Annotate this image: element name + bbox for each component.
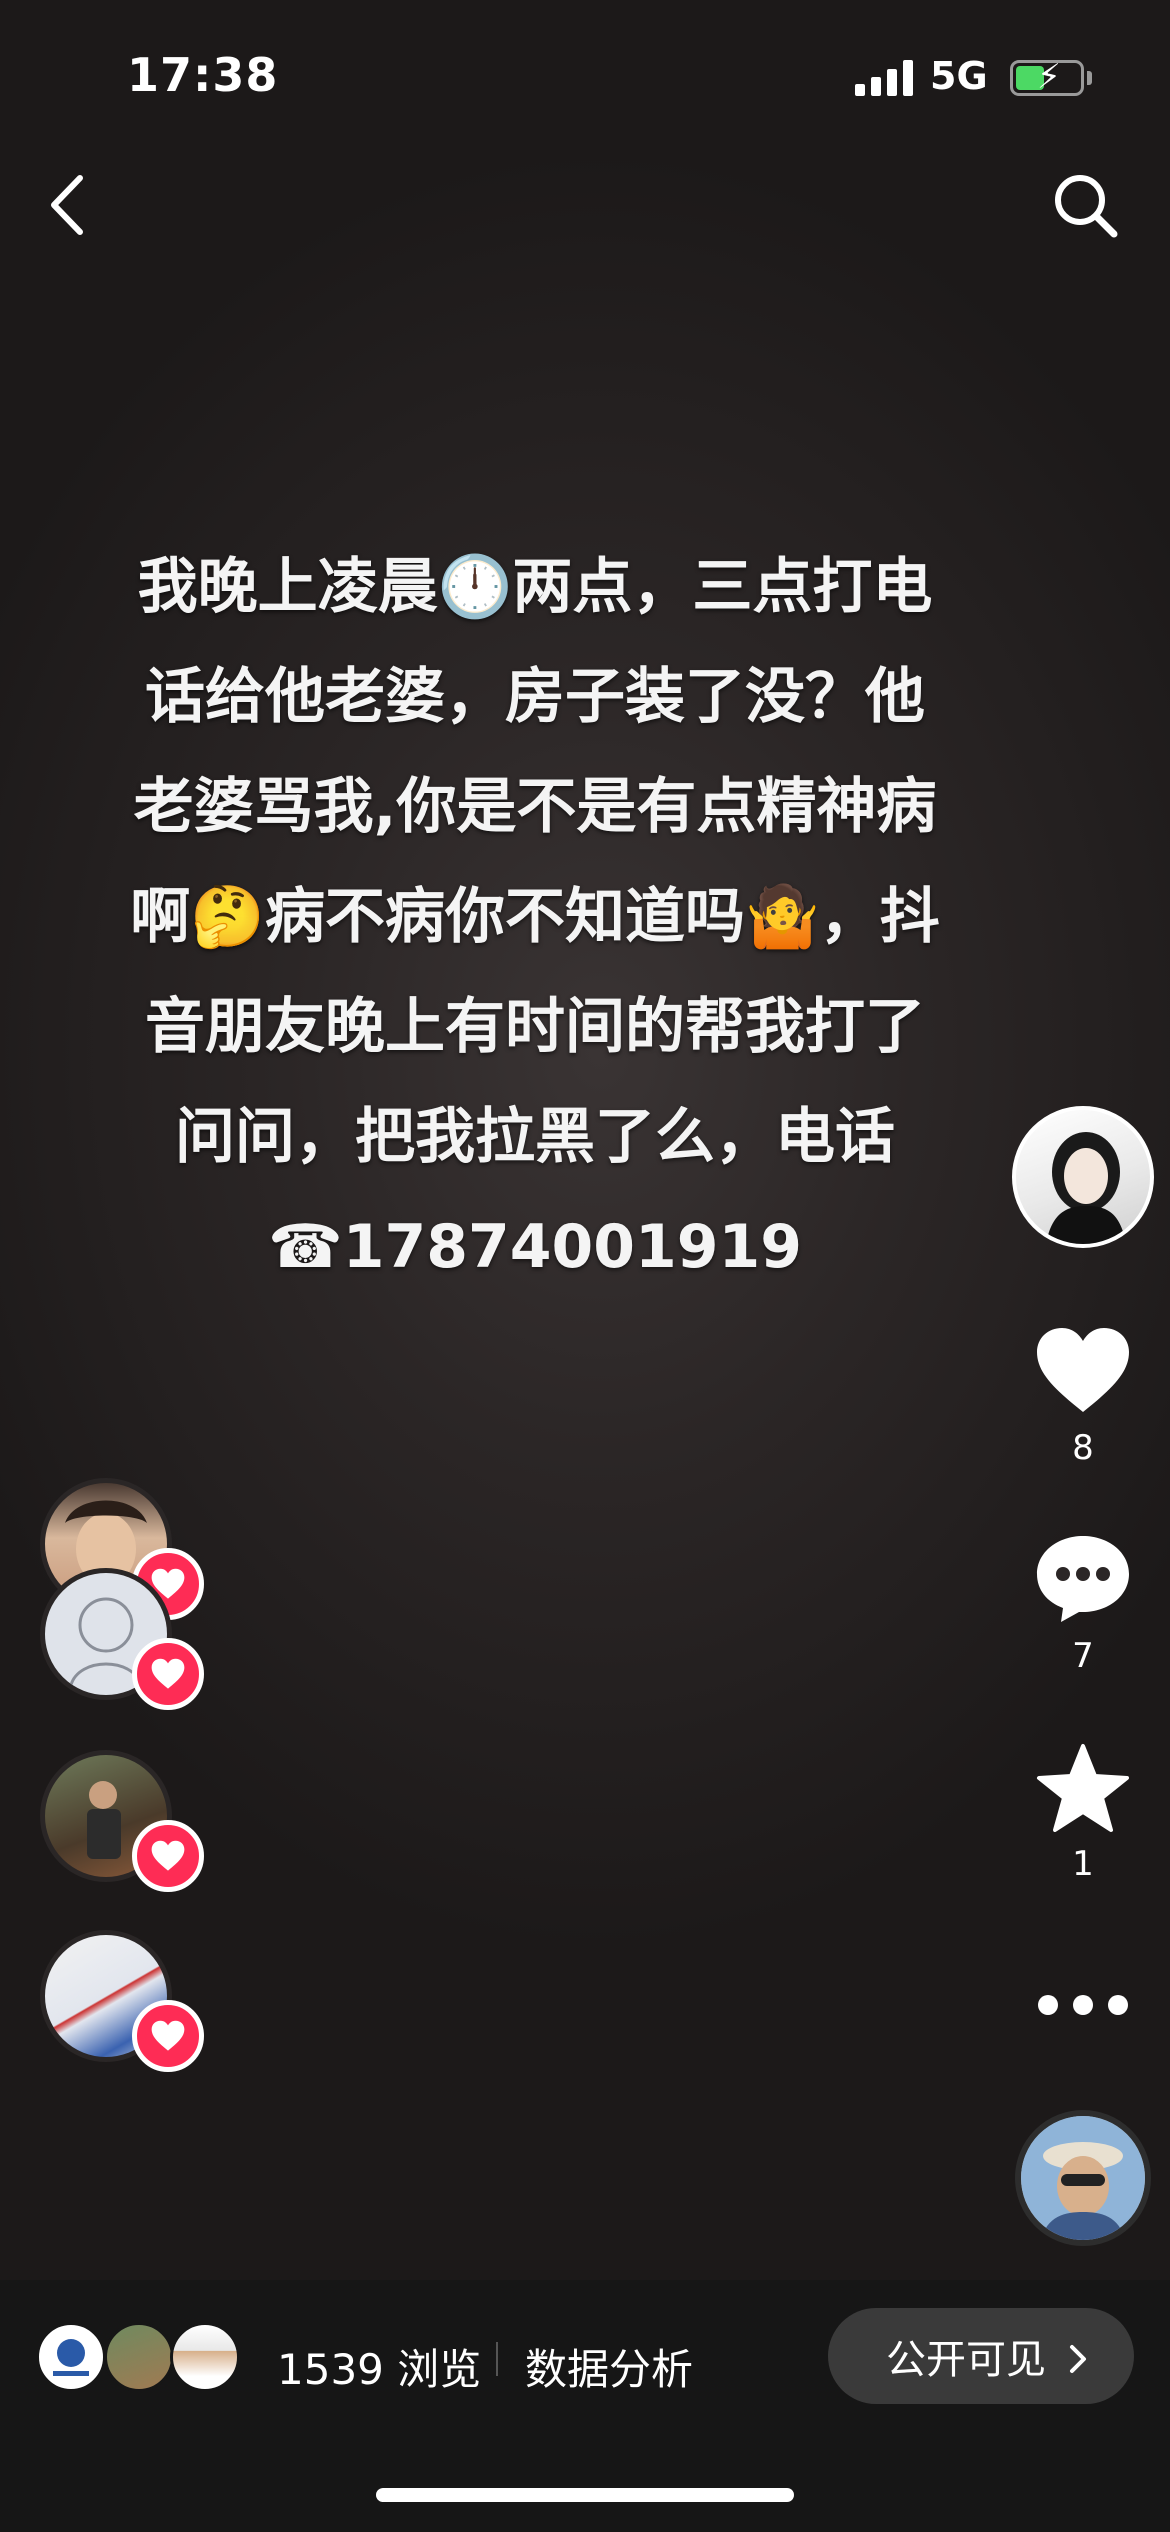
avatar-photo	[1021, 2116, 1145, 2240]
caption-line: 啊🤔病不病你不知道吗🤷，抖	[130, 882, 940, 952]
like-count: 8	[1072, 1428, 1094, 1468]
author-avatar[interactable]	[1012, 1106, 1154, 1248]
caption-line: 我晚上凌晨🕛两点，三点打电	[137, 552, 933, 622]
home-indicator[interactable]	[376, 2488, 794, 2502]
liker-avatar-3[interactable]	[40, 1750, 204, 1892]
battery-charging-icon: ⚡	[1010, 57, 1084, 97]
visibility-label: 公开可见	[886, 2337, 1046, 2383]
star-icon	[1037, 1744, 1129, 1832]
chevron-left-icon	[51, 175, 83, 235]
network-type: 5G	[930, 54, 988, 98]
battery-tip	[1087, 71, 1092, 85]
heart-icon	[151, 1840, 185, 1871]
dot	[1108, 1995, 1128, 2015]
caption-line: 音朋友晚上有时间的帮我打了	[145, 992, 925, 1062]
viewer-avatar-2[interactable]	[104, 2322, 174, 2392]
logo-avatar	[53, 2339, 89, 2376]
search-button[interactable]	[1050, 170, 1120, 240]
visibility-button[interactable]: 公开可见	[828, 2308, 1134, 2404]
heart-badge	[132, 1638, 204, 1710]
chevron-right-icon	[1070, 2345, 1086, 2373]
caption-line: 问问，把我拉黑了么，电话	[175, 1102, 895, 1172]
caption-line: 话给他老婆，房子装了没？他	[145, 662, 925, 732]
heart-badge	[132, 2000, 204, 2072]
dot	[1038, 1995, 1058, 2015]
video-caption: 我晚上凌晨🕛两点，三点打电 话给他老婆，房子装了没？他 老婆骂我,你是不是有点精…	[50, 532, 1020, 1302]
heart-badge	[132, 1820, 204, 1892]
comment-bubble-icon	[1037, 1536, 1129, 1622]
caption-line: ☎17874001919	[268, 1212, 802, 1282]
liker-avatar-4[interactable]	[40, 1930, 204, 2072]
viewer-avatar-3[interactable]	[170, 2322, 240, 2392]
divider	[496, 2342, 498, 2376]
heart-icon	[1037, 1328, 1129, 1412]
view-count: 1539 浏览	[277, 2345, 482, 2394]
avatar-illustration	[1046, 1132, 1126, 1244]
dot	[1073, 1995, 1093, 2015]
heart-icon	[151, 2020, 185, 2051]
status-time: 17:38	[127, 48, 279, 102]
music-disc-avatar[interactable]	[1015, 2110, 1151, 2246]
viewer-avatar-1[interactable]	[36, 2322, 106, 2392]
status-bar: 17:38 5G ⚡	[0, 0, 1170, 150]
cellular-signal-icon	[855, 60, 915, 96]
favorite-count: 1	[1072, 1844, 1094, 1884]
comment-button[interactable]: 7	[1012, 1532, 1154, 1676]
caption-line: 老婆骂我,你是不是有点精神病	[133, 772, 937, 842]
search-icon	[1055, 175, 1118, 238]
more-options-button[interactable]	[1038, 1995, 1128, 2019]
like-button[interactable]: 8	[1012, 1326, 1154, 1468]
data-analysis-link[interactable]: 数据分析	[525, 2336, 693, 2397]
liker-avatar-2[interactable]	[40, 1568, 204, 1710]
comment-count: 7	[1072, 1636, 1094, 1676]
heart-icon	[151, 1658, 185, 1689]
back-button[interactable]	[40, 170, 100, 240]
favorite-button[interactable]: 1	[1012, 1742, 1154, 1884]
